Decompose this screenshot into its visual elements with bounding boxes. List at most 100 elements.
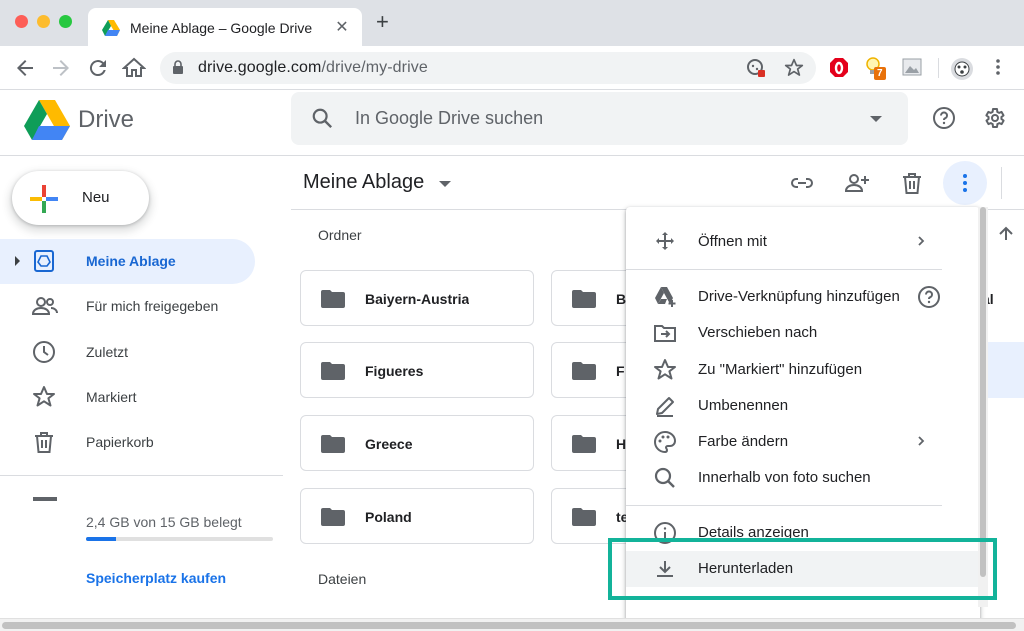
menu-item-add-shortcut[interactable]: Drive-Verknüpfung hinzufügen [626, 279, 980, 315]
reload-icon[interactable] [86, 56, 110, 80]
folder-name: Poland [365, 509, 412, 525]
window-minimize-button[interactable] [37, 15, 50, 28]
horizontal-scrollbar[interactable] [0, 618, 1024, 631]
sidebar-item-my-drive[interactable]: Meine Ablage [0, 239, 255, 284]
home-icon[interactable] [122, 56, 146, 80]
drive-logo-icon[interactable] [24, 100, 70, 140]
url-text: drive.google.com/drive/my-drive [198, 59, 428, 77]
folder-name: Baiyern-Austria [365, 291, 470, 307]
image-extension-icon[interactable] [902, 57, 922, 77]
search-bar[interactable] [291, 92, 908, 145]
menu-scrollbar-thumb[interactable] [980, 207, 986, 577]
delete-icon[interactable] [900, 171, 924, 195]
menu-item-add-star[interactable]: Zu "Markiert" hinzufügen [626, 352, 980, 388]
browser-tab[interactable]: Meine Ablage – Google Drive ✕ [88, 8, 362, 46]
menu-item-label: Innerhalb von foto suchen [698, 469, 871, 486]
storage-icon [33, 497, 57, 501]
sidebar-item-label: Markiert [86, 389, 137, 405]
cookie-blocked-icon[interactable] [746, 58, 766, 78]
url-host: drive.google.com [198, 59, 322, 76]
window-zoom-button[interactable] [59, 15, 72, 28]
sidebar-item-recent[interactable]: Zuletzt [0, 330, 255, 375]
folder-card[interactable]: Poland [300, 488, 534, 544]
extension-badge: 7 [874, 67, 886, 80]
trash-icon [35, 432, 53, 453]
menu-item-move-to[interactable]: Verschieben nach [626, 315, 980, 351]
url-path: /drive/my-drive [321, 59, 428, 76]
window-close-button[interactable] [15, 15, 28, 28]
app-name[interactable]: Drive [78, 106, 134, 134]
buy-storage-link[interactable]: Speicherplatz kaufen [86, 570, 226, 586]
folder-name: Figueres [365, 363, 424, 379]
sidebar-item-shared[interactable]: Für mich freigegeben [0, 284, 255, 329]
more-actions-button[interactable] [943, 161, 987, 205]
share-icon[interactable] [844, 171, 870, 195]
page-title[interactable]: Meine Ablage [303, 171, 424, 194]
folder-icon [321, 362, 345, 380]
folder-icon [572, 508, 596, 526]
settings-gear-icon[interactable] [982, 106, 1006, 130]
forward-icon[interactable] [49, 56, 73, 80]
search-input[interactable] [355, 92, 835, 145]
pencil-icon [656, 397, 674, 417]
menu-item-label: Verschieben nach [698, 324, 818, 341]
open-with-icon [656, 232, 674, 250]
menu-item-label: Zu "Markiert" hinzufügen [698, 361, 863, 378]
tab-title: Meine Ablage – Google Drive [130, 20, 313, 36]
new-button-label: Neu [82, 189, 110, 206]
sidebar-item-starred[interactable]: Markiert [0, 375, 255, 420]
menu-separator [626, 269, 942, 270]
folders-section-label: Ordner [318, 227, 362, 243]
star-outline-icon [654, 359, 676, 380]
drive-favicon-icon [102, 20, 120, 36]
search-icon[interactable] [311, 107, 333, 129]
storage-bar-fill [86, 537, 116, 541]
folder-card[interactable]: Greece [300, 415, 534, 471]
browser-toolbar: drive.google.com/drive/my-drive 7 [0, 46, 1024, 90]
profile-avatar-icon[interactable] [950, 57, 974, 81]
browser-tabstrip: Meine Ablage – Google Drive ✕ + [0, 0, 1024, 46]
opera-extension-icon[interactable] [829, 57, 849, 79]
help-icon[interactable] [932, 106, 956, 130]
sidebar-item-label: Zuletzt [86, 344, 129, 360]
menu-item-open-with[interactable]: Öffnen mit [626, 224, 980, 260]
actions-divider [1001, 167, 1002, 199]
title-dropdown-icon[interactable] [439, 181, 451, 187]
sort-arrow-icon[interactable] [996, 224, 1016, 244]
back-icon[interactable] [13, 56, 37, 80]
people-icon [32, 297, 58, 315]
clock-icon [33, 341, 55, 363]
address-bar[interactable]: drive.google.com/drive/my-drive [160, 52, 816, 84]
folder-card[interactable]: Baiyern-Austria [300, 270, 534, 326]
get-link-icon[interactable] [790, 171, 814, 195]
folder-card[interactable]: Figueres [300, 342, 534, 398]
menu-item-label: Drive-Verknüpfung hinzufügen [698, 288, 900, 305]
chevron-right-icon [918, 436, 925, 446]
menu-item-search-within[interactable]: Innerhalb von foto suchen [626, 460, 980, 496]
horizontal-scrollbar-thumb[interactable] [2, 622, 1016, 629]
expand-arrow-icon[interactable] [15, 256, 20, 266]
sidebar-item-trash[interactable]: Papierkorb [0, 420, 255, 465]
highlight-annotation [608, 538, 997, 600]
new-tab-button[interactable]: + [376, 11, 389, 33]
sidebar-divider [0, 475, 283, 476]
drive-header: Drive [0, 90, 1024, 156]
bulb-extension[interactable]: 7 [864, 57, 886, 82]
folder-icon [321, 508, 345, 526]
menu-item-label: Farbe ändern [698, 433, 789, 450]
toolbar-separator [938, 58, 939, 78]
folder-icon [572, 362, 596, 380]
bookmark-star-icon[interactable] [784, 58, 804, 78]
tab-close-icon[interactable]: ✕ [332, 17, 352, 37]
help-circle-icon[interactable] [917, 285, 941, 309]
menu-item-rename[interactable]: Umbenennen [626, 388, 980, 424]
folder-icon [321, 290, 345, 308]
menu-item-change-color[interactable]: Farbe ändern [626, 424, 980, 460]
storage-usage-text: 2,4 GB von 15 GB belegt [86, 514, 242, 530]
menu-item-label: Öffnen mit [698, 233, 767, 250]
search-options-icon[interactable] [870, 116, 882, 122]
my-drive-icon [34, 250, 54, 272]
new-button[interactable]: Neu [12, 171, 149, 225]
sidebar-item-label: Papierkorb [86, 434, 154, 450]
browser-menu-icon[interactable] [988, 57, 1008, 77]
